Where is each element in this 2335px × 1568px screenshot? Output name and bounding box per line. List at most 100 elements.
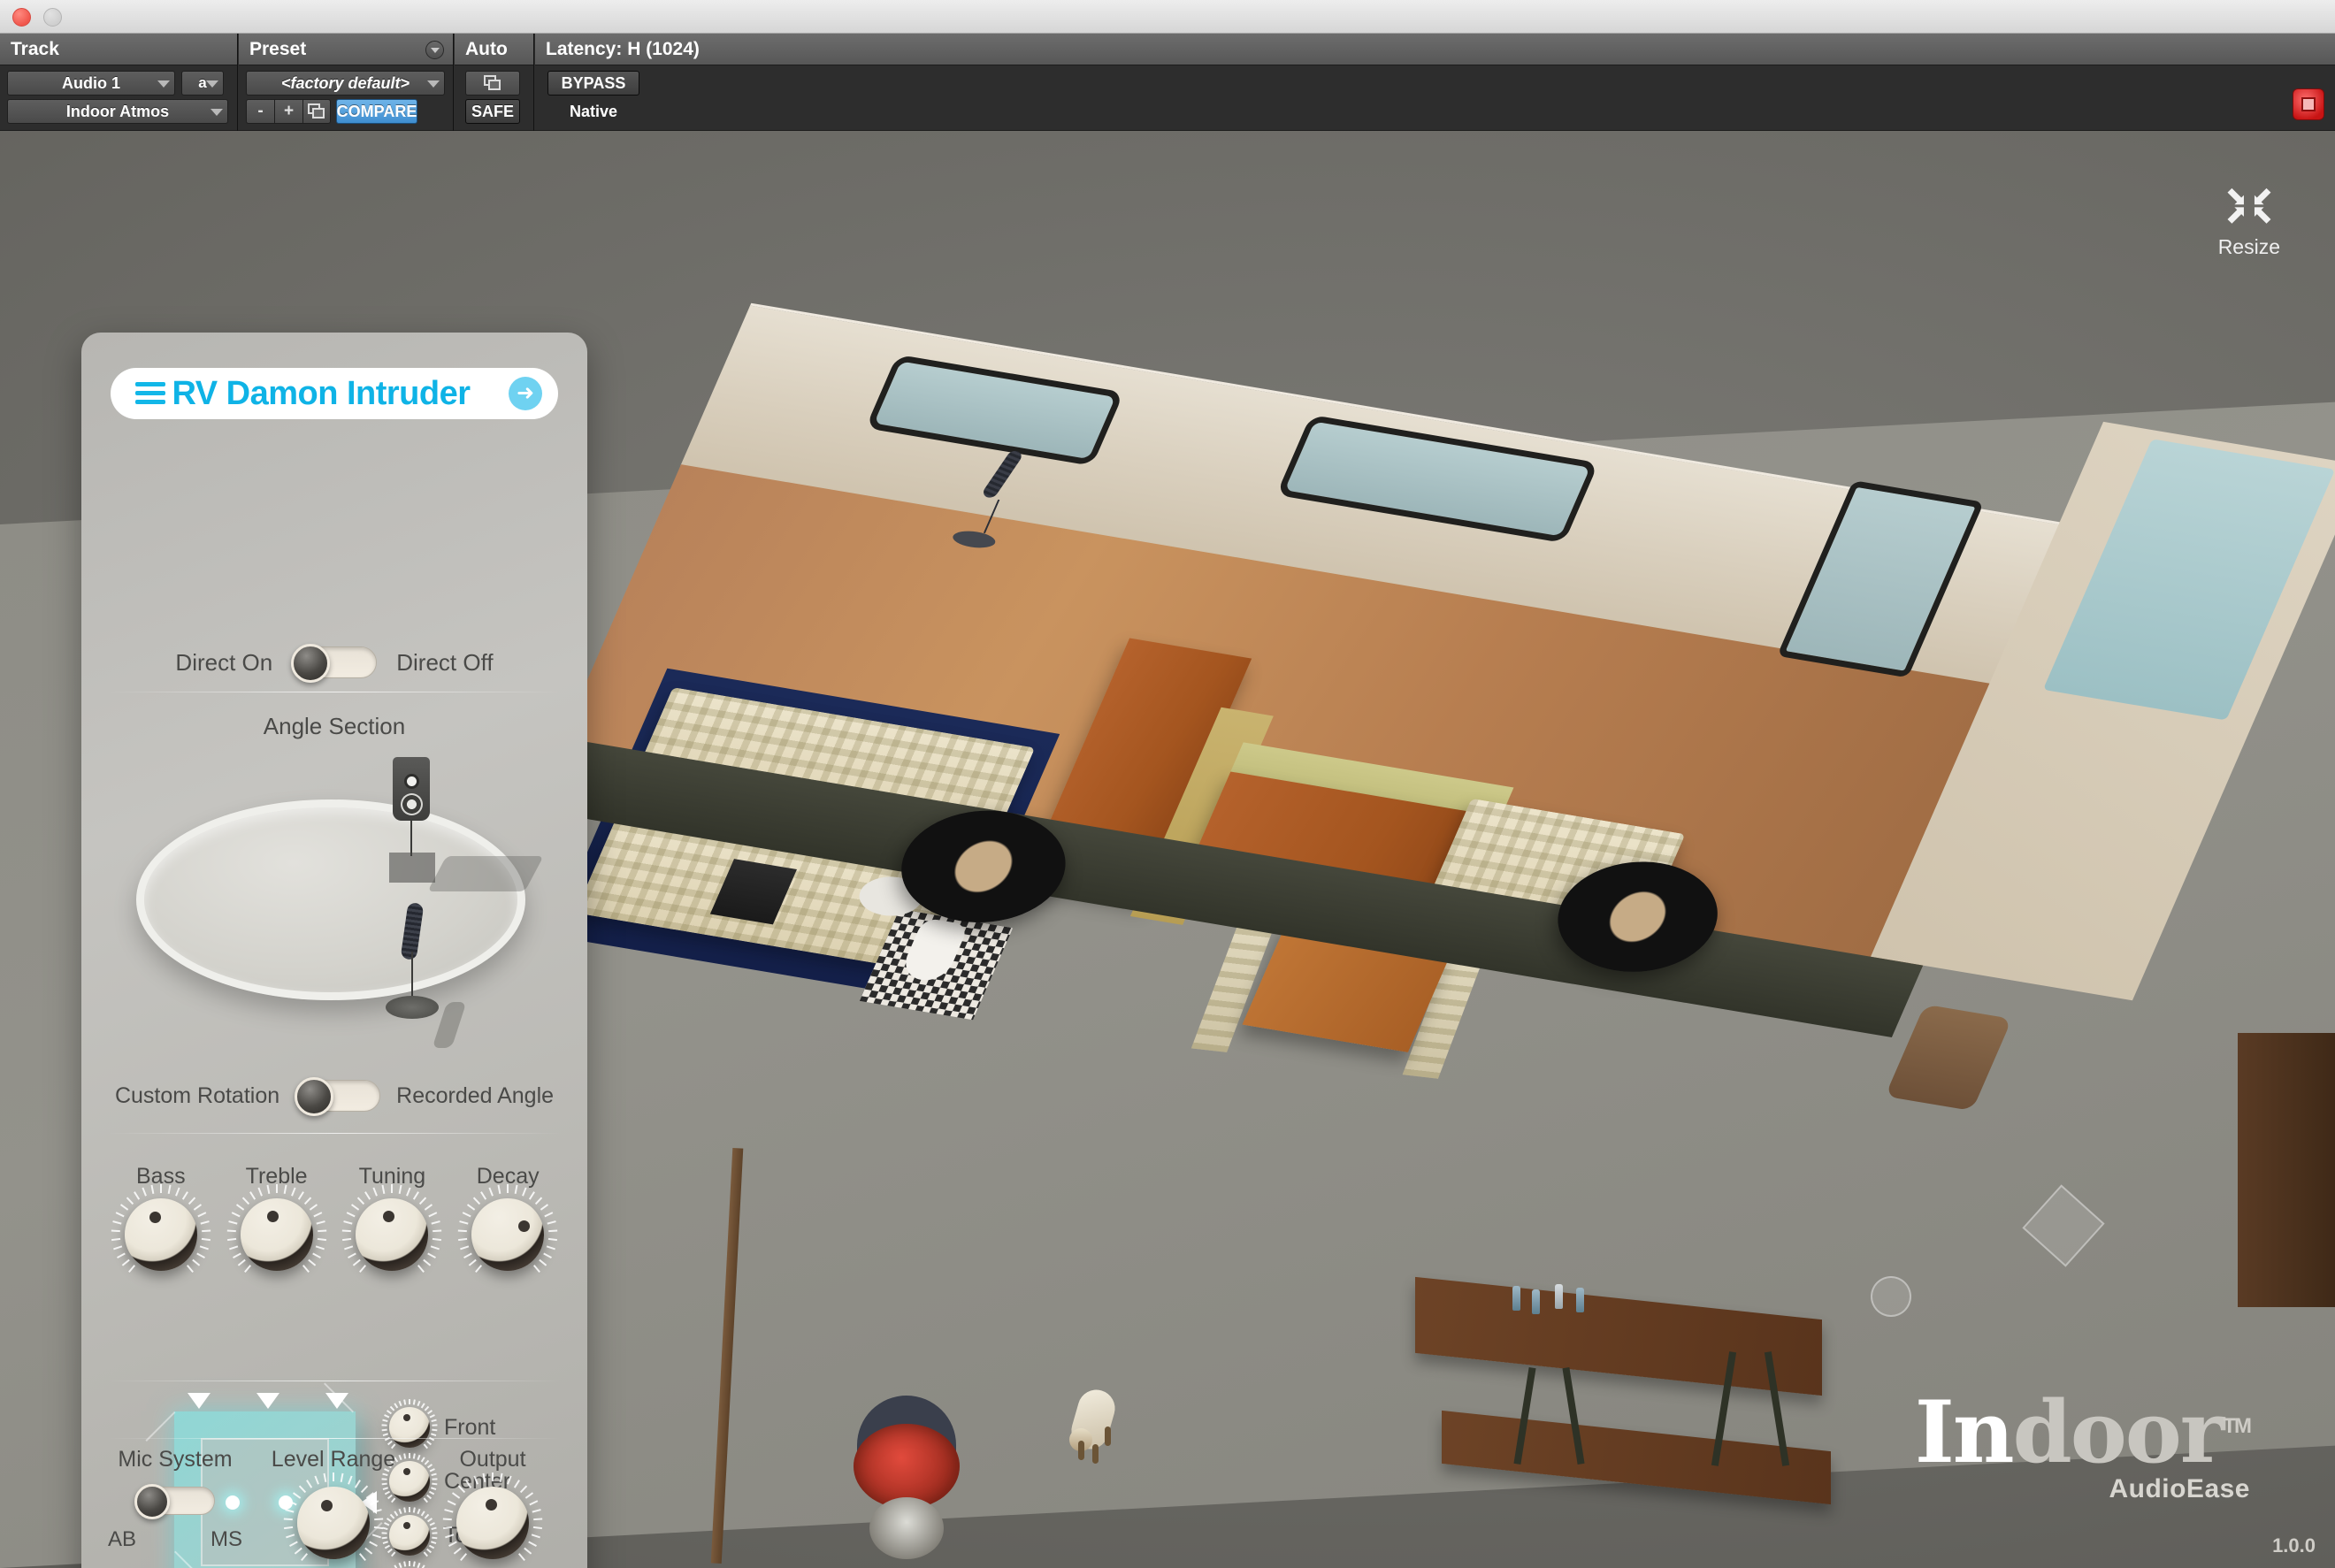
treble-knob-group: Treble (241, 1164, 313, 1271)
mic-system-label: Mic System (118, 1447, 232, 1472)
chevron-down-icon (206, 80, 218, 88)
plugin-toolbar: Track Audio 1 a Indoor Atmos Preset <fac… (0, 34, 2335, 131)
angle-section-label: Angle Section (81, 713, 587, 740)
mic-system-group: Mic System AB MS (108, 1447, 242, 1552)
auto-header-label: Auto (455, 34, 533, 65)
mic-system-ms-label: MS (211, 1527, 242, 1552)
window-minimize-button[interactable] (43, 8, 62, 27)
preset-next-button[interactable]: + (274, 99, 302, 124)
preset-header-text: Preset (249, 39, 306, 59)
direct-off-label: Direct Off (396, 649, 493, 677)
plugin-select[interactable]: Indoor Atmos (7, 99, 228, 124)
recorded-angle-label: Recorded Angle (396, 1083, 554, 1109)
speaker-stand (410, 819, 412, 856)
cube-arrow-top-right-icon (325, 1393, 348, 1409)
rotation-toggle[interactable] (295, 1080, 380, 1112)
render-stage: ⬊ ⬋ ⬈ ⬉ Resize IndoorTM AudioEase 1.0.0 … (0, 131, 2335, 1568)
mic-system-ab-label: AB (108, 1527, 136, 1552)
arrow-right-circle-icon[interactable] (509, 377, 542, 410)
preset-select-value: <factory default> (281, 74, 410, 93)
tuning-label: Tuning (359, 1164, 426, 1189)
plugin-panel: RV Damon Intruder Direct On Direct Off A… (81, 333, 587, 1568)
brand-name-light: In (1915, 1382, 2013, 1482)
record-stop-icon[interactable] (2293, 88, 2324, 120)
brand-name-dark: door (2013, 1382, 2224, 1482)
divider-knobs (108, 1133, 561, 1134)
latency-header-label: Latency: H (1024) (535, 34, 2335, 65)
track-select-value: Audio 1 (62, 74, 120, 93)
output-knob[interactable] (456, 1487, 529, 1559)
treble-knob[interactable] (241, 1198, 313, 1271)
bass-label: Bass (136, 1164, 186, 1189)
chevron-down-icon (427, 80, 440, 88)
custom-rotation-label: Custom Rotation (115, 1083, 279, 1109)
level-range-label: Level Range (272, 1447, 395, 1472)
level-range-knob[interactable] (297, 1487, 370, 1559)
direct-on-label: Direct On (175, 649, 272, 677)
cube-arrow-top-center-icon (256, 1393, 279, 1409)
auto-copy-icon[interactable] (465, 71, 520, 96)
track-header-label: Track (0, 34, 237, 65)
native-label: Native (547, 99, 639, 124)
resize-collapse-icon: ⬊ ⬋ ⬈ ⬉ (2224, 184, 2275, 228)
preset-select[interactable]: <factory default> (246, 71, 445, 96)
level-range-group: Level Range Flat Natural (249, 1447, 417, 1568)
decay-label: Decay (477, 1164, 540, 1189)
direct-toggle-row: Direct On Direct Off (81, 646, 587, 678)
microphone-base (386, 996, 439, 1019)
preset-previous-button[interactable]: - (246, 99, 274, 124)
tuning-knob[interactable] (356, 1198, 428, 1271)
bypass-button[interactable]: BYPASS (547, 71, 639, 96)
cube-arrow-top-left-icon (188, 1393, 211, 1409)
tone-knobs-row: Bass Treble Tuning Decay (81, 1164, 587, 1271)
mic-position-front[interactable]: Front (389, 1407, 575, 1448)
bass-knob[interactable] (125, 1198, 197, 1271)
auto-safe-button[interactable]: SAFE (465, 99, 520, 124)
prop-picnic-table (1415, 1298, 1831, 1564)
tuning-knob-group: Tuning (356, 1164, 428, 1271)
output-label: Output (459, 1447, 525, 1472)
decay-knob-group: Decay (471, 1164, 544, 1271)
rv-model (655, 210, 2238, 883)
page-title: RV Damon Intruder (119, 375, 523, 413)
prop-dog (1066, 1382, 1128, 1464)
window-titlebar (0, 0, 2335, 34)
brand-logo: IndoorTM AudioEase (1915, 1392, 2250, 1504)
speaker-source-icon[interactable] (393, 757, 430, 821)
mic-system-toggle[interactable] (135, 1487, 215, 1515)
toolbar-latency-section: Latency: H (1024) BYPASS Native (535, 34, 2335, 131)
resize-label: Resize (2218, 235, 2280, 259)
hamburger-menu-icon[interactable] (135, 382, 165, 405)
toolbar-auto-section: Auto SAFE (455, 34, 534, 131)
prop-ground-marker-circle (1871, 1276, 1911, 1317)
rotation-toggle-row: Custom Rotation Recorded Angle (81, 1080, 587, 1112)
preset-header-label: Preset (239, 34, 453, 65)
window-close-button[interactable] (12, 8, 31, 27)
track-letter-select[interactable]: a (181, 71, 224, 96)
angle-stage-disc[interactable] (136, 799, 525, 1000)
output-group: Output (426, 1447, 559, 1559)
chevron-down-icon (211, 109, 223, 116)
decay-knob[interactable] (471, 1198, 544, 1271)
compare-button[interactable]: COMPARE (336, 99, 417, 124)
preset-controls: - + COMPARE (246, 99, 417, 124)
plugin-title-bar: RV Damon Intruder (111, 368, 558, 419)
prop-bbq-grill (854, 1396, 960, 1555)
toolbar-track-section: Track Audio 1 a Indoor Atmos (0, 34, 238, 131)
bass-knob-group: Bass (125, 1164, 197, 1271)
direct-toggle[interactable] (292, 646, 377, 678)
plugin-select-value: Indoor Atmos (66, 103, 169, 121)
chevron-down-icon (157, 80, 170, 88)
version-label: 1.0.0 (2272, 1534, 2316, 1557)
speaker-base (389, 853, 435, 883)
prop-wooden-fence (2238, 1033, 2335, 1307)
preset-menu-chevron-icon[interactable] (425, 41, 444, 59)
divider-bottom (108, 1438, 561, 1439)
front-label: Front (444, 1415, 495, 1441)
treble-label: Treble (246, 1164, 308, 1189)
preset-copy-icon[interactable] (302, 99, 331, 124)
resize-control[interactable]: ⬊ ⬋ ⬈ ⬉ Resize (2218, 184, 2280, 259)
speaker-shadow (427, 856, 543, 891)
toolbar-preset-section: Preset <factory default> - + COMPARE (239, 34, 454, 131)
track-select[interactable]: Audio 1 (7, 71, 175, 96)
